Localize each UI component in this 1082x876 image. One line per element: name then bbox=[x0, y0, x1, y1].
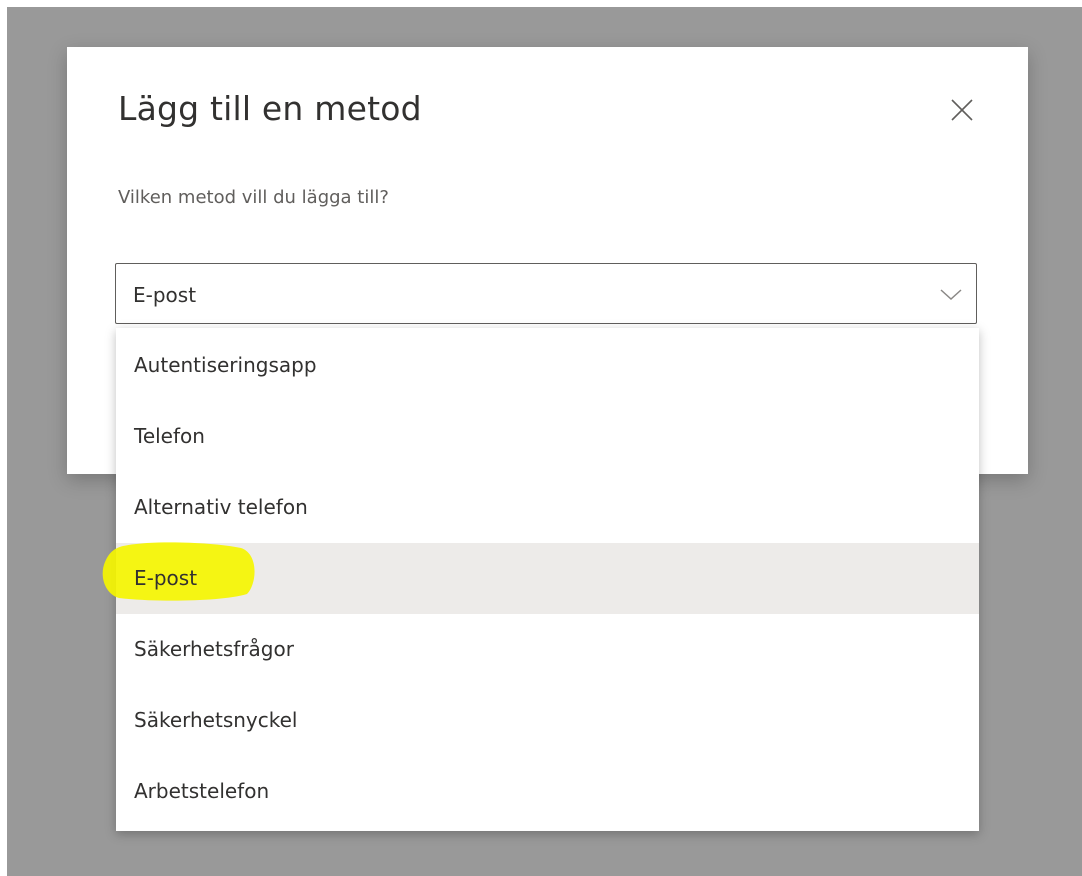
dropdown-option-arbetstelefon[interactable]: Arbetstelefon bbox=[116, 756, 979, 827]
option-label: Autentiseringsapp bbox=[134, 353, 317, 377]
option-label: Telefon bbox=[134, 424, 205, 448]
method-dropdown-list: Autentiseringsapp Telefon Alternativ tel… bbox=[116, 328, 979, 831]
dropdown-option-e-post[interactable]: E-post bbox=[116, 543, 979, 614]
option-label: Säkerhetsfrågor bbox=[134, 637, 294, 661]
dropdown-option-sakerhetsfragor[interactable]: Säkerhetsfrågor bbox=[116, 614, 979, 685]
method-question-label: Vilken metod vill du lägga till? bbox=[118, 187, 389, 208]
option-label: E-post bbox=[134, 566, 198, 590]
dropdown-option-sakerhetsnyckel[interactable]: Säkerhetsnyckel bbox=[116, 685, 979, 756]
dialog-title: Lägg till en metod bbox=[118, 89, 422, 128]
close-icon bbox=[951, 99, 973, 121]
dropdown-option-autentiseringsapp[interactable]: Autentiseringsapp bbox=[116, 330, 979, 401]
close-button[interactable] bbox=[944, 92, 980, 128]
method-select[interactable]: E-post bbox=[115, 263, 977, 324]
method-select-value: E-post bbox=[133, 283, 197, 307]
dropdown-option-telefon[interactable]: Telefon bbox=[116, 401, 979, 472]
chevron-down-icon bbox=[940, 289, 962, 301]
dropdown-option-alternativ-telefon[interactable]: Alternativ telefon bbox=[116, 472, 979, 543]
option-label: Säkerhetsnyckel bbox=[134, 708, 298, 732]
option-label: Alternativ telefon bbox=[134, 495, 308, 519]
option-label: Arbetstelefon bbox=[134, 779, 270, 803]
